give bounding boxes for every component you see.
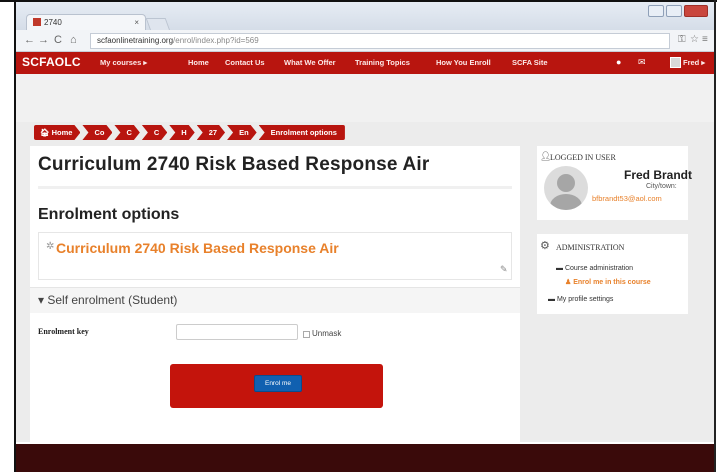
profile-settings-link[interactable]: ▬ My profile settings	[548, 296, 613, 303]
breadcrumb-item[interactable]: 27	[197, 125, 225, 140]
mail-icon[interactable]: ✉	[638, 57, 646, 68]
nav-my-courses[interactable]: My courses ▸	[100, 58, 147, 67]
avatar[interactable]	[544, 166, 588, 210]
folder-icon: ▬	[556, 265, 565, 272]
page-title: Curriculum 2740 Risk Based Response Air	[38, 154, 430, 175]
tab-title: 2740	[44, 18, 62, 27]
right-border	[714, 0, 716, 472]
self-enrol-text: Self enrolment (Student)	[47, 293, 178, 307]
breadcrumb-item[interactable]: C	[142, 125, 167, 140]
unmask-checkbox[interactable]	[303, 331, 310, 338]
user-city-label: City/town:	[646, 183, 677, 190]
profile-settings-label: My profile settings	[556, 296, 614, 303]
nav-how-you-enroll[interactable]: How You Enroll	[436, 58, 491, 67]
enrol-me-button[interactable]: Enrol me	[254, 375, 302, 392]
course-administration-link[interactable]: ▬ Course administration	[556, 265, 633, 272]
page-footer	[16, 444, 714, 472]
enrolment-key-input[interactable]	[176, 324, 298, 340]
site-favicon-icon	[33, 18, 41, 26]
menu-icon[interactable]: ≡	[702, 34, 708, 45]
nav-training-topics[interactable]: Training Topics	[355, 58, 410, 67]
breadcrumb-item[interactable]: En	[227, 125, 257, 140]
reload-icon[interactable]: C	[54, 34, 62, 46]
breadcrumb-item[interactable]: Co	[82, 125, 112, 140]
site-brand[interactable]: SCFAOLC	[22, 55, 81, 69]
self-enrol-label: ▾ Self enrolment (Student)	[38, 293, 178, 307]
minimize-button[interactable]	[648, 5, 664, 17]
breadcrumb-home[interactable]: 🏠︎ Home	[34, 125, 80, 140]
user-email[interactable]: bfbrandt53@aol.com	[592, 194, 662, 203]
forward-icon[interactable]: →	[38, 34, 49, 46]
site-navbar: SCFAOLC My courses ▸ Home Contact Us Wha…	[16, 52, 714, 74]
messages-dot-icon[interactable]: ●	[616, 57, 621, 67]
gears-icon: ⚙	[540, 240, 550, 252]
enrol-me-label: Enrol me in this course	[573, 279, 651, 286]
breadcrumb-item[interactable]: H	[169, 125, 194, 140]
administration-title: ADMINISTRATION	[556, 243, 625, 252]
url-path: /enrol/index.php?id=569	[173, 36, 259, 45]
url-field[interactable]: scfaonlinetraining.org/enrol/index.php?i…	[90, 33, 670, 49]
maximize-button[interactable]	[666, 5, 682, 17]
back-icon[interactable]: ←	[24, 34, 35, 46]
breadcrumb: 🏠︎ Home Co C C H 27 En Enrolment options	[34, 125, 347, 140]
breadcrumb-label: Home	[51, 128, 73, 137]
enrolment-heading: Enrolment options	[38, 206, 180, 223]
breadcrumb-current[interactable]: Enrolment options	[258, 125, 345, 140]
nav-user-menu[interactable]: Fred ▸	[683, 58, 705, 67]
folder-icon: ▬	[548, 296, 557, 303]
nav-contact-us[interactable]: Contact Us	[225, 58, 265, 67]
nav-scfa-site[interactable]: SCFA Site	[512, 58, 548, 67]
course-bullet-icon: ✲	[46, 241, 55, 252]
address-bar-row: ← → C ⌂ scfaonlinetraining.org/enrol/ind…	[16, 30, 714, 52]
title-divider	[38, 186, 512, 189]
screenshot-frame: 2740 × ← → C ⌂ scfaonlinetraining.org/en…	[0, 0, 717, 472]
logged-in-title: LOGGED IN USER	[550, 153, 616, 162]
nav-what-we-offer[interactable]: What We Offer	[284, 58, 336, 67]
enrolment-key-label: Enrolment key	[38, 327, 89, 336]
url-host: scfaonlinetraining.org	[97, 36, 174, 45]
tab-close-icon[interactable]: ×	[134, 18, 139, 27]
bookmark-star-icon[interactable]: ☆	[690, 34, 699, 45]
window-close-button[interactable]	[684, 5, 708, 17]
user-name[interactable]: Fred Brandt	[624, 168, 692, 182]
header-spacer	[16, 74, 714, 122]
course-link[interactable]: Curriculum 2740 Risk Based Response Air	[56, 240, 339, 256]
key-icon[interactable]: ⚿	[678, 34, 686, 45]
unmask-label: Unmask	[312, 329, 342, 338]
enrol-me-link[interactable]: ♟ Enrol me in this course	[565, 278, 651, 286]
nav-home[interactable]: Home	[188, 58, 209, 67]
user-avatar-small[interactable]	[670, 57, 681, 68]
edit-icon[interactable]: ✎	[500, 264, 508, 275]
browser-titlebar: 2740 ×	[16, 2, 714, 32]
breadcrumb-item[interactable]: C	[114, 125, 139, 140]
home-icon[interactable]: ⌂	[70, 34, 77, 46]
course-administration-label: Course administration	[564, 265, 634, 272]
window-controls	[648, 5, 708, 17]
user-icon: ♟	[565, 279, 574, 286]
home-icon: 🏠︎	[40, 128, 52, 137]
